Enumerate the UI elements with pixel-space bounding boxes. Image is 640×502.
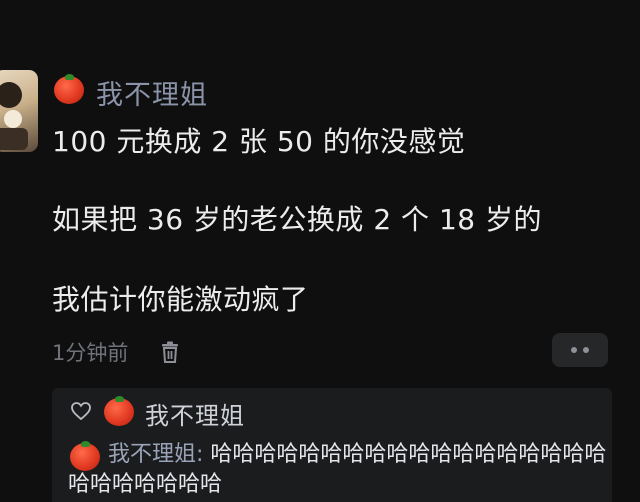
post-text-line-2: 如果把 36 岁的老公换成 2 个 18 岁的	[52, 203, 542, 236]
tomato-badge-icon	[104, 395, 134, 426]
reply-comment: 我不理姐: 哈哈哈哈哈哈哈哈哈哈哈哈哈哈哈哈哈哈哈哈哈哈哈哈哈	[68, 440, 608, 500]
post-text-line-3: 我估计你能激动疯了	[52, 283, 309, 316]
more-options-button[interactable]	[552, 333, 608, 367]
post-text-line-1: 100 元换成 2 张 50 的你没感觉	[52, 125, 466, 158]
more-dot	[583, 347, 589, 353]
reply-username[interactable]: 我不理姐	[145, 396, 245, 431]
post-timestamp: 1分钟前	[52, 341, 129, 365]
tomato-badge-icon	[54, 73, 84, 104]
more-dot	[571, 347, 577, 353]
user-avatar[interactable]	[0, 70, 38, 152]
heart-icon[interactable]	[70, 401, 92, 421]
post-username[interactable]: 我不理姐	[96, 73, 208, 112]
reply-comment-author[interactable]: 我不理姐:	[108, 442, 203, 467]
trash-icon[interactable]	[160, 341, 180, 363]
